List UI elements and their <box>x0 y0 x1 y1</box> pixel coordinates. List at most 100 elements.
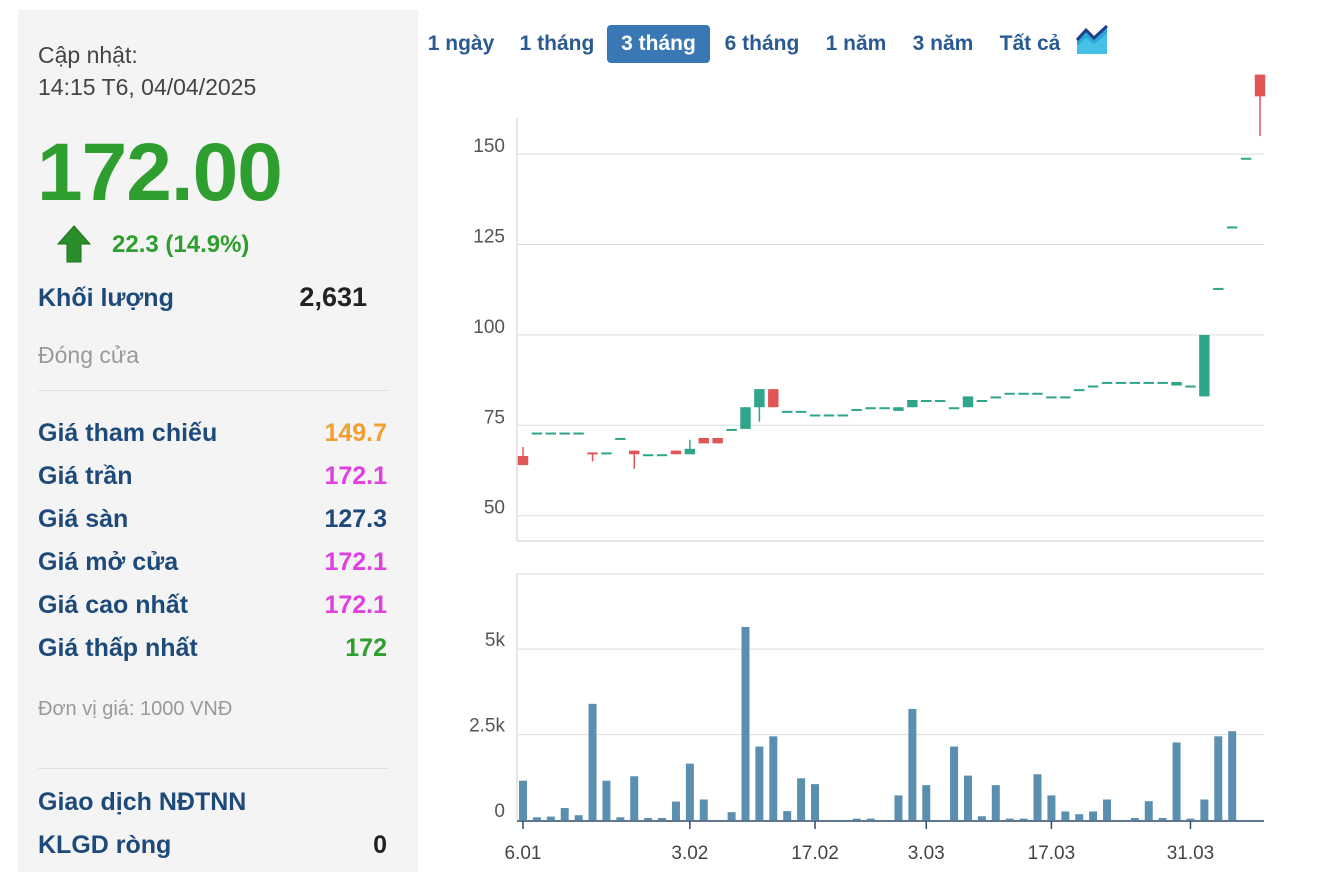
candle-body <box>559 432 570 435</box>
volume-bar <box>1019 818 1028 820</box>
candle-body <box>948 407 960 410</box>
volume-bar <box>1005 818 1014 820</box>
volume-bar <box>950 746 959 820</box>
candle-body <box>879 407 890 410</box>
x-tick-label: 6.01 <box>505 843 542 864</box>
volume-bar <box>755 746 764 820</box>
candle-body <box>642 454 654 457</box>
candle-body <box>1115 381 1127 384</box>
candle-body <box>1185 385 1196 388</box>
volume-bar <box>811 784 820 820</box>
volume-bar <box>1033 774 1042 820</box>
volume-bar <box>685 763 694 820</box>
volume-bar <box>532 817 541 820</box>
candle-body <box>517 456 529 466</box>
candle-body <box>934 400 946 402</box>
candle-body <box>1226 226 1238 229</box>
volume-tick-label: 5k <box>485 630 506 651</box>
volume-bar <box>1103 799 1112 820</box>
candle-body <box>907 400 918 408</box>
candle-body <box>531 432 543 435</box>
volume-bar <box>852 818 861 820</box>
candle-body <box>698 437 709 444</box>
candle-body <box>587 452 598 455</box>
volume-bar <box>630 776 639 820</box>
volume-bar <box>671 801 680 820</box>
volume-bar <box>588 703 597 820</box>
candle-body <box>768 389 779 408</box>
candle-body <box>1018 392 1029 395</box>
candle-body <box>601 452 612 455</box>
volume-bar <box>1047 795 1056 820</box>
volume-bar <box>658 817 667 820</box>
candle-body <box>629 450 640 455</box>
volume-bar <box>783 811 792 820</box>
volume-bar <box>546 816 555 820</box>
volume-bar <box>797 778 806 820</box>
volume-bar <box>741 626 750 820</box>
candle-body <box>865 407 876 410</box>
volume-bar <box>1214 736 1223 820</box>
candle-body <box>851 409 862 412</box>
candle-body <box>615 437 626 440</box>
candle-body <box>1129 381 1141 384</box>
candle-body <box>795 410 807 413</box>
candle-body <box>712 437 723 444</box>
volume-bar <box>1228 731 1237 820</box>
candle-body <box>1060 396 1071 399</box>
volume-bar <box>1200 799 1209 820</box>
candle-body <box>1074 389 1085 392</box>
x-tick-label: 3.03 <box>908 843 945 864</box>
volume-bar <box>769 736 778 820</box>
volume-bar <box>727 812 736 820</box>
candle-body <box>1143 381 1154 384</box>
volume-bar <box>574 815 583 820</box>
candle-body <box>670 450 682 455</box>
volume-bar <box>977 816 986 820</box>
price-volume-chart: 50 75 100 125 150 0 2.5k 5k 6.01 3.02 17.02 3.03 17.… <box>469 74 1266 864</box>
candle-body <box>962 396 974 408</box>
candle-body <box>656 454 668 457</box>
volume-bar <box>1158 817 1167 820</box>
volume-bar <box>699 799 708 820</box>
volume-bar <box>922 785 931 820</box>
volume-bar <box>1144 801 1153 820</box>
candle-body <box>1199 334 1210 397</box>
x-tick-label: 31.03 <box>1167 843 1215 864</box>
volume-bar <box>519 780 527 820</box>
volume-bar <box>1061 811 1070 820</box>
candle-body <box>1171 381 1182 386</box>
x-tick-label: 3.02 <box>671 843 708 864</box>
volume-bar <box>1130 817 1139 820</box>
volume-bar <box>1075 814 1084 820</box>
volume-bar <box>1186 818 1195 820</box>
candle-body <box>921 400 932 402</box>
candle-body <box>893 407 904 411</box>
volume-bar <box>644 817 653 820</box>
candle-body <box>754 389 765 408</box>
volume-tick-label: 0 <box>494 801 505 822</box>
price-tick-label: 125 <box>473 227 505 248</box>
candle-body <box>823 414 835 417</box>
volume-bar <box>991 785 1000 820</box>
volume-bar <box>602 780 611 820</box>
candle-body <box>1004 392 1015 395</box>
volume-bar <box>963 775 972 820</box>
candle-body <box>684 448 696 455</box>
candle-body <box>545 432 557 435</box>
volume-bar <box>1172 742 1181 820</box>
candle-body <box>990 396 1002 399</box>
candle-body <box>1240 157 1252 160</box>
candle-body <box>1254 74 1266 97</box>
candle-body <box>837 414 849 417</box>
candle-body <box>1101 381 1113 384</box>
volume-tick-label: 2.5k <box>469 716 505 737</box>
price-tick-label: 100 <box>473 317 505 338</box>
candle-body <box>1087 385 1099 388</box>
price-tick-label: 50 <box>484 498 505 519</box>
price-tick-label: 75 <box>484 407 505 428</box>
candle-body <box>1213 287 1224 290</box>
candle-body <box>1157 381 1168 384</box>
candle-body <box>573 432 584 435</box>
candle-body <box>809 414 821 417</box>
